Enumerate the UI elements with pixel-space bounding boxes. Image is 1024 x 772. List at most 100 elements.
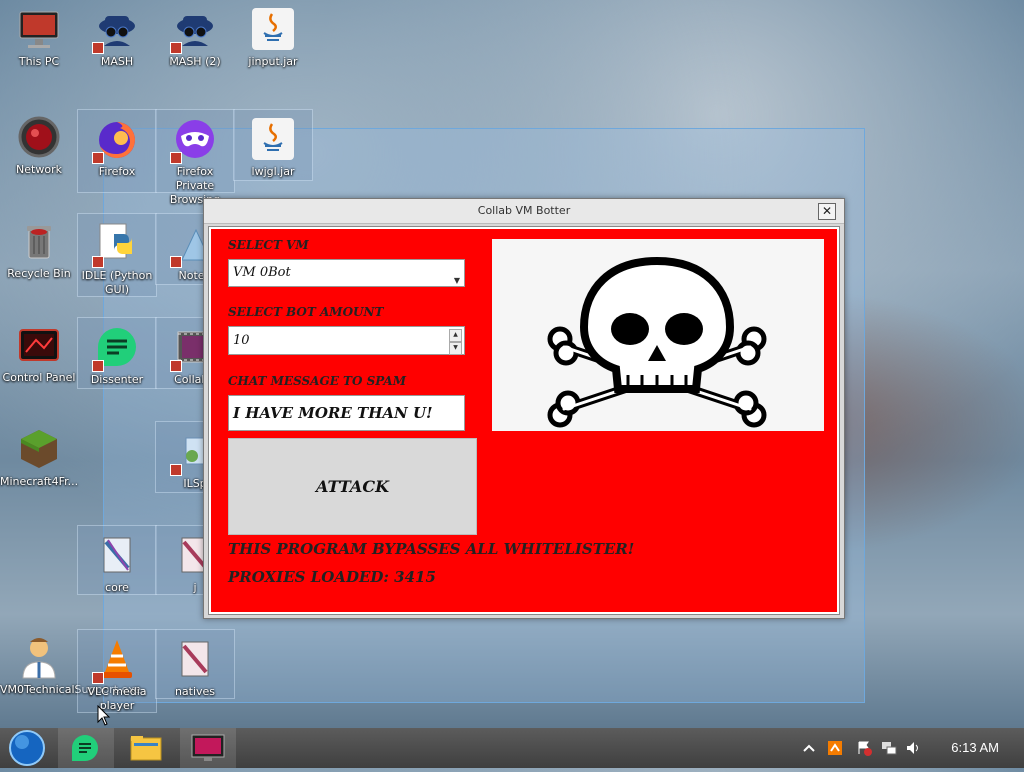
desktop-icon-recycle-bin[interactable]: Recycle Bin xyxy=(0,212,78,281)
start-orb-icon xyxy=(9,730,45,766)
dissenter-icon xyxy=(72,735,98,761)
chevron-up-icon[interactable] xyxy=(801,740,817,756)
winrar-archive-icon xyxy=(172,636,218,682)
shortcut-badge-icon xyxy=(92,152,104,164)
network-orb-icon xyxy=(16,114,62,160)
select-vm-dropdown[interactable]: VM 0Bot ▼ xyxy=(228,259,465,287)
icon-label: jinput.jar xyxy=(248,55,298,68)
desktop-icon-minecraft[interactable]: Minecraft4Fr... xyxy=(0,420,78,489)
desktop-icon-control-panel[interactable]: Control Panel xyxy=(0,316,78,385)
icon-label: MASH (2) xyxy=(169,55,221,68)
winrar-archive-icon xyxy=(94,532,140,578)
monitor-icon xyxy=(16,6,62,52)
bot-amount-value: 10 xyxy=(233,333,250,348)
skull-image xyxy=(492,239,824,431)
select-vm-label: SELECT VM xyxy=(228,238,309,252)
network-icon[interactable] xyxy=(881,740,897,756)
taskbar-item-dissenter[interactable] xyxy=(58,728,114,768)
python-icon xyxy=(92,220,140,268)
icon-label: natives xyxy=(174,685,216,698)
shortcut-badge-icon xyxy=(92,360,104,372)
bot-amount-label: SELECT BOT AMOUNT xyxy=(228,305,384,319)
icon-label: Minecraft4Fr... xyxy=(0,475,79,488)
bot-amount-stepper[interactable]: 10 ▲ ▼ xyxy=(228,326,465,355)
chat-message-value: I HAVE MORE THAN U! xyxy=(233,404,433,422)
mouse-cursor-icon xyxy=(97,705,111,726)
icon-label: This PC xyxy=(18,55,60,68)
desktop-icon-this-pc[interactable]: This PC xyxy=(0,0,78,69)
icon-label: Control Panel xyxy=(2,371,76,384)
shortcut-badge-icon xyxy=(170,42,182,54)
shortcut-badge-icon xyxy=(170,152,182,164)
monitor-icon xyxy=(191,734,225,761)
chat-message-input[interactable]: I HAVE MORE THAN U! xyxy=(228,395,465,431)
hacker-icon xyxy=(170,6,218,54)
proxies-loaded: PROXIES LOADED: 3415 xyxy=(228,568,436,586)
desktop-icon-dissenter[interactable]: Dissenter xyxy=(77,317,157,389)
collab-vm-botter-window: Collab VM Botter ✕ SELECT VM VM 0Bot ▼ S… xyxy=(203,198,845,619)
chevron-down-icon: ▼ xyxy=(453,276,460,285)
shortcut-badge-icon xyxy=(92,42,104,54)
desktop-icon-lwjgl[interactable]: lwjgl.jar xyxy=(233,109,313,181)
icon-label: core xyxy=(105,581,129,594)
recycle-bin-icon xyxy=(16,218,62,264)
spinner: ▲ ▼ xyxy=(449,329,462,355)
icon-label: Firefox xyxy=(98,165,136,178)
volume-icon[interactable] xyxy=(905,740,921,756)
close-button[interactable]: ✕ xyxy=(818,203,836,220)
close-icon: ✕ xyxy=(821,204,833,218)
shortcut-badge-icon xyxy=(170,256,182,268)
update-icon[interactable] xyxy=(827,740,843,756)
icon-label: Recycle Bin xyxy=(7,267,71,280)
icon-label: MASH xyxy=(100,55,134,68)
java-icon xyxy=(250,6,296,52)
grass-block-icon xyxy=(16,426,62,472)
shortcut-badge-icon xyxy=(92,672,104,684)
attack-label: ATTACK xyxy=(316,477,389,496)
shortcut-badge-icon xyxy=(92,256,104,268)
window-title: Collab VM Botter xyxy=(477,204,571,217)
taskbar: 6:13 AM xyxy=(0,728,1024,768)
desktop-icon-network[interactable]: Network xyxy=(0,108,78,177)
bypass-notice: THIS PROGRAM BYPASSES ALL WHITELISTER! xyxy=(228,540,635,558)
desktop-icon-natives[interactable]: natives xyxy=(155,629,235,699)
desktop-icon-vlc[interactable]: VLC media player xyxy=(77,629,157,713)
shortcut-badge-icon xyxy=(170,360,182,372)
start-button[interactable] xyxy=(0,728,56,768)
desktop-icon-core[interactable]: core xyxy=(77,525,157,595)
icon-label: lwjgl.jar xyxy=(251,165,295,178)
select-vm-value: VM 0Bot xyxy=(233,265,291,280)
flag-error-icon[interactable] xyxy=(856,740,872,756)
control-panel-icon xyxy=(16,322,62,368)
spin-up-button[interactable]: ▲ xyxy=(449,329,462,342)
window-titlebar[interactable]: Collab VM Botter ✕ xyxy=(204,199,844,224)
spin-down-button[interactable]: ▼ xyxy=(449,342,462,355)
java-icon xyxy=(250,116,296,162)
private-mask-icon xyxy=(170,116,218,164)
window-client-area: SELECT VM VM 0Bot ▼ SELECT BOT AMOUNT 10… xyxy=(208,226,840,615)
desktop-icon-jinput[interactable]: jinput.jar xyxy=(234,0,312,69)
icon-label: Network xyxy=(16,163,62,176)
desktop-icon-firefox[interactable]: Firefox xyxy=(77,109,157,193)
desktop-icon-mash[interactable]: MASH xyxy=(78,0,156,69)
skull-crossbones-icon xyxy=(547,256,767,428)
chat-message-label: CHAT MESSAGE TO SPAM xyxy=(228,374,407,388)
icon-label: Dissenter xyxy=(90,373,144,386)
icon-label: j xyxy=(193,581,197,594)
doctor-icon xyxy=(16,634,62,680)
desktop-icon-vm0-support[interactable]: VM0TechnicalSupport.exe xyxy=(0,628,141,697)
attack-button[interactable]: ATTACK xyxy=(228,438,477,535)
firefox-icon xyxy=(92,116,140,164)
hacker-icon xyxy=(92,6,140,54)
shortcut-badge-icon xyxy=(170,464,182,476)
taskbar-clock[interactable]: 6:13 AM xyxy=(951,740,999,755)
taskbar-item-collab-vm-botter[interactable] xyxy=(180,728,236,768)
desktop-icon-idle[interactable]: IDLE (Python GUI) xyxy=(77,213,157,297)
desktop-icon-firefox-private[interactable]: Firefox Private Browsing xyxy=(155,109,235,206)
dissenter-icon xyxy=(92,324,140,372)
folder-icon xyxy=(130,736,162,761)
taskbar-item-explorer[interactable] xyxy=(118,728,174,768)
vlc-cone-icon xyxy=(92,636,140,684)
icon-label: IDLE (Python GUI) xyxy=(81,269,153,296)
desktop-icon-mash-2[interactable]: MASH (2) xyxy=(156,0,234,69)
